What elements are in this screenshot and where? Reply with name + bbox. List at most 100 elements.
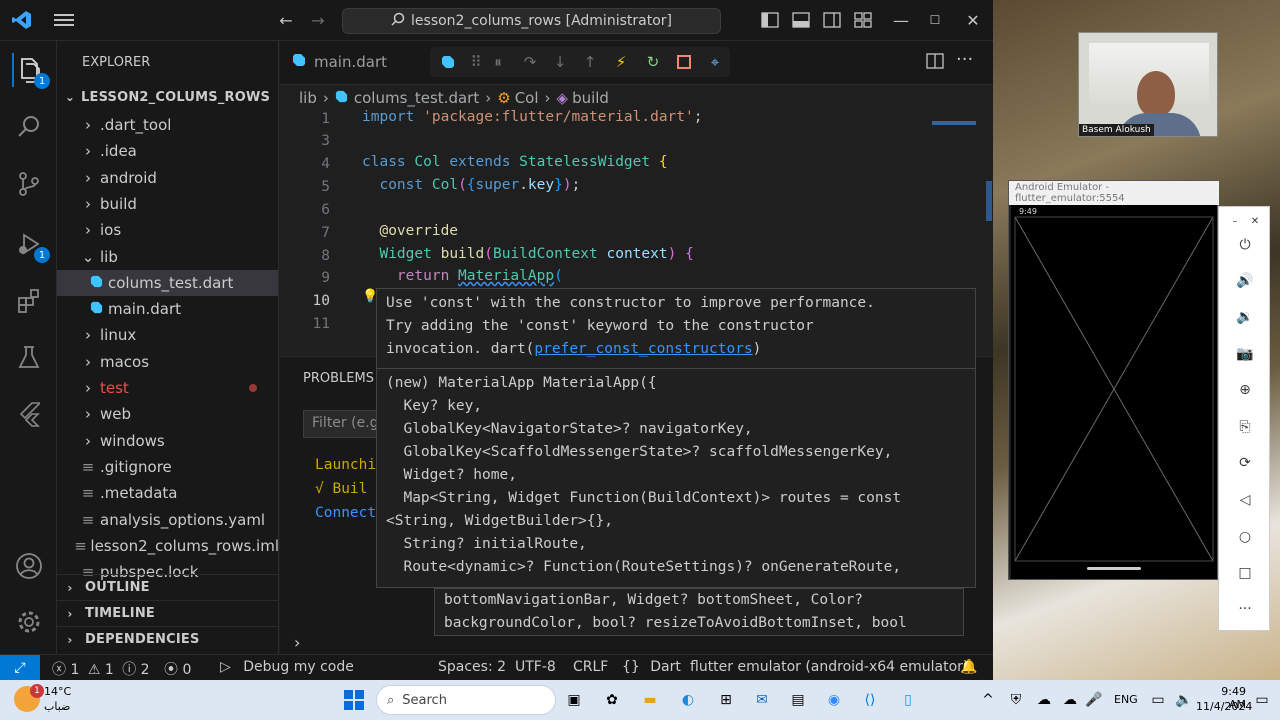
camera-icon[interactable]: 📷: [1233, 342, 1257, 366]
indentation-status[interactable]: Spaces: 2: [438, 659, 506, 675]
eol-status[interactable]: CRLF: [573, 659, 608, 675]
notifications-bell-icon[interactable]: 🔔: [960, 659, 977, 675]
close-icon[interactable]: ✕: [961, 8, 985, 32]
toggle-secondary-sidebar-icon[interactable]: [820, 8, 844, 32]
file-tree-item[interactable]: ≡ lesson2_colums_rows.iml: [57, 533, 278, 559]
toggle-sidebar-icon[interactable]: [758, 8, 782, 32]
command-center-search[interactable]: lesson2_colums_rows [Administrator]: [342, 8, 721, 34]
security-shield-icon[interactable]: ⛨: [1004, 688, 1028, 712]
timeline-section[interactable]: › TIMELINE: [57, 600, 278, 626]
debug-status[interactable]: ▷ Debug my code: [220, 659, 354, 675]
problems-tab[interactable]: PROBLEMS: [303, 371, 374, 386]
manage-gear-icon[interactable]: [12, 605, 46, 639]
emulator-screen[interactable]: 9:49: [1011, 205, 1217, 579]
cloud-icon[interactable]: ☁: [1058, 688, 1082, 712]
explorer-root-folder[interactable]: ⌄ LESSON2_COLUMS_ROWS: [57, 84, 278, 110]
file-tree-item[interactable]: ⌄ lib: [57, 244, 278, 270]
vscode-taskbar-icon[interactable]: ⟨⟩: [858, 688, 882, 712]
file-tree-item[interactable]: ≡ analysis_options.yaml: [57, 507, 278, 533]
search-view-icon[interactable]: [12, 109, 46, 143]
scrollbar-thumb[interactable]: [986, 181, 992, 221]
back-arrow-icon[interactable]: ←: [274, 8, 298, 32]
fold-icon[interactable]: ⎘: [1233, 415, 1257, 439]
run-debug-icon[interactable]: 1: [12, 227, 50, 263]
encoding-status[interactable]: UTF-8: [515, 659, 556, 675]
lint-rule-link[interactable]: prefer_const_constructors: [534, 341, 752, 357]
breadcrumb-method[interactable]: build: [572, 89, 609, 107]
network-icon[interactable]: ☁: [1032, 688, 1056, 712]
breadcrumb-class[interactable]: Col: [515, 89, 539, 107]
gesture-bar[interactable]: [1087, 567, 1141, 570]
home-icon[interactable]: ○: [1233, 525, 1257, 549]
flutter-icon[interactable]: [12, 397, 46, 431]
outlook-icon[interactable]: ✉: [750, 688, 774, 712]
volume-up-icon[interactable]: 🔊: [1233, 269, 1257, 293]
file-tree-item[interactable]: › android: [57, 165, 278, 191]
file-tree-item[interactable]: › macos: [57, 349, 278, 375]
step-over-icon[interactable]: ↷: [520, 52, 540, 72]
start-windows-icon[interactable]: [342, 688, 366, 712]
lightbulb-icon[interactable]: 💡: [362, 289, 378, 304]
hot-reload-icon[interactable]: ⚡: [611, 52, 631, 72]
back-icon[interactable]: ◁: [1233, 488, 1257, 512]
edge-icon[interactable]: ◐: [676, 688, 700, 712]
extensions-icon[interactable]: [12, 283, 46, 317]
file-explorer-icon[interactable]: ▬: [638, 688, 662, 712]
minimize-icon[interactable]: —: [889, 8, 913, 32]
breadcrumb-lib[interactable]: lib: [299, 89, 317, 107]
close-icon[interactable]: ✕: [1243, 209, 1267, 233]
inspect-widget-icon[interactable]: ⌖: [705, 52, 725, 72]
ports-status[interactable]: ⦿ 0: [164, 659, 191, 679]
testing-icon[interactable]: [12, 341, 46, 375]
maximize-icon[interactable]: ☐: [923, 8, 947, 32]
chevron-right-icon[interactable]: ›: [294, 633, 300, 652]
volume-icon[interactable]: 🔈: [1172, 688, 1196, 712]
outline-section[interactable]: › OUTLINE: [57, 574, 278, 600]
file-tree-item[interactable]: › test: [57, 375, 278, 401]
volume-down-icon[interactable]: 🔉: [1233, 305, 1257, 329]
store-icon[interactable]: ⊞: [714, 688, 738, 712]
zoom-icon[interactable]: ⊕: [1233, 378, 1257, 402]
menu-icon[interactable]: [52, 8, 76, 32]
file-tree-item[interactable]: ≡ .metadata: [57, 480, 278, 506]
remote-indicator-icon[interactable]: ⤢: [0, 655, 40, 680]
split-editor-icon[interactable]: [926, 53, 944, 73]
file-tree-item[interactable]: › .dart_tool: [57, 112, 278, 138]
device-status[interactable]: flutter emulator (android-x64 emulator): [690, 659, 968, 675]
file-tree-item[interactable]: › ios: [57, 217, 278, 243]
more-icon[interactable]: ···: [1233, 597, 1257, 621]
drag-handle-icon[interactable]: ⠿: [466, 52, 486, 72]
language-indicator[interactable]: ENG: [1114, 693, 1138, 706]
restart-icon[interactable]: ↻: [643, 52, 663, 72]
microphone-icon[interactable]: 🎤: [1082, 688, 1106, 712]
file-tree-item[interactable]: › windows: [57, 428, 278, 454]
file-tree-item[interactable]: ≡ .gitignore: [57, 454, 278, 480]
file-tree-item[interactable]: colums_test.dart: [57, 269, 278, 296]
step-out-icon[interactable]: ↑: [580, 52, 600, 72]
app-icon[interactable]: ▤: [786, 688, 810, 712]
clock-date[interactable]: 11/4/2024: [1196, 700, 1252, 713]
tab-main-dart[interactable]: main.dart: [292, 53, 387, 71]
power-icon[interactable]: ⏻: [1233, 233, 1257, 257]
toggle-panel-icon[interactable]: [789, 8, 813, 32]
emulator-taskbar-icon[interactable]: ▯: [896, 688, 920, 712]
file-tree-item[interactable]: › build: [57, 191, 278, 217]
copilot-icon[interactable]: ✿: [600, 688, 624, 712]
more-actions-icon[interactable]: ···: [956, 49, 973, 70]
chevron-up-icon[interactable]: ^: [976, 688, 1000, 712]
customize-layout-icon[interactable]: [851, 8, 875, 32]
rotate-icon[interactable]: ⟳: [1233, 451, 1257, 475]
task-view-icon[interactable]: ▣: [562, 688, 586, 712]
source-control-icon[interactable]: [12, 167, 46, 201]
breadcrumb-file[interactable]: colums_test.dart: [354, 89, 479, 107]
file-tree-item[interactable]: main.dart: [57, 296, 278, 322]
display-icon[interactable]: ▭: [1146, 688, 1170, 712]
file-tree-item[interactable]: › .idea: [57, 138, 278, 164]
forward-arrow-icon[interactable]: →: [306, 8, 330, 32]
taskbar-search-box[interactable]: ⌕ Search: [376, 685, 556, 715]
problems-status[interactable]: ⓧ 1 ⚠ 1 ⓘ 2: [52, 659, 150, 679]
file-tree-item[interactable]: › web: [57, 401, 278, 427]
notification-center-icon[interactable]: ▭: [1250, 688, 1274, 712]
minimap[interactable]: [932, 121, 976, 125]
weather-icon[interactable]: 1: [14, 684, 44, 712]
